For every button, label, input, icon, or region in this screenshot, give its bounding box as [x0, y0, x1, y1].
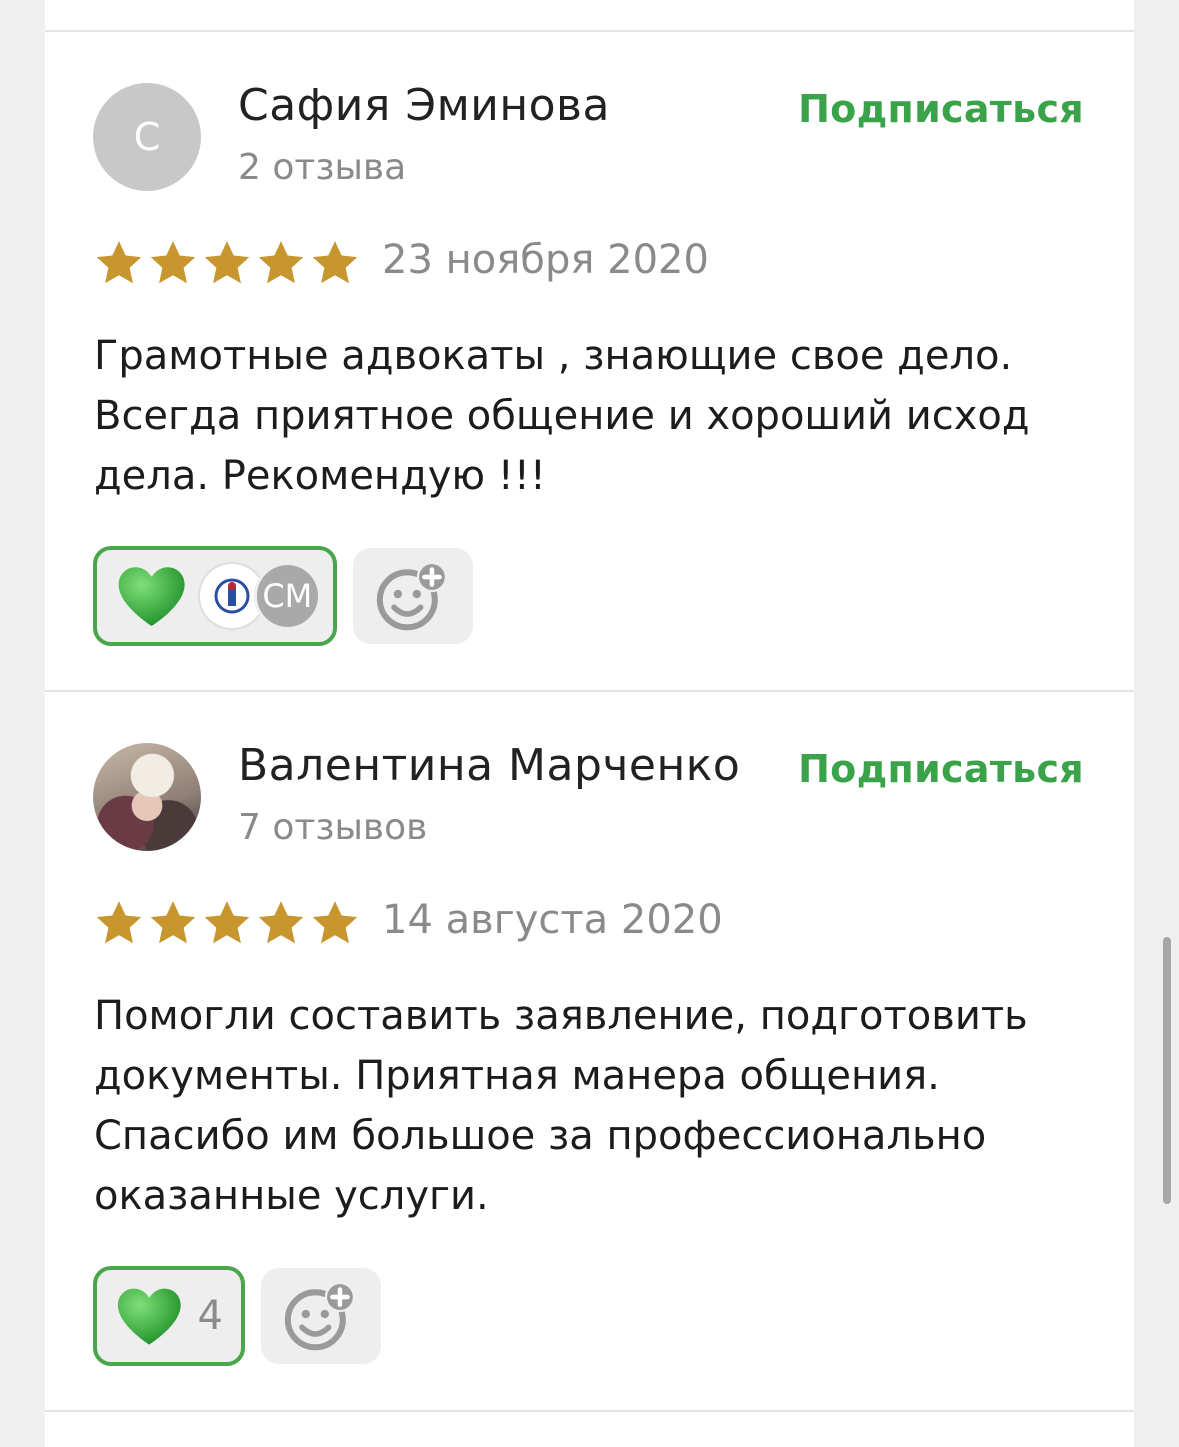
star-icon — [312, 901, 358, 944]
reactor-avatar: СМ — [253, 562, 321, 630]
green-heart-icon — [118, 567, 185, 626]
reactions-bar: СМ — [93, 546, 473, 646]
author-name[interactable]: Сафия Эминова — [238, 80, 610, 131]
author-name[interactable]: Валентина Марченко — [238, 740, 740, 791]
add-reaction-button[interactable] — [353, 548, 473, 644]
subscribe-button[interactable]: Подписаться — [798, 87, 1084, 131]
like-reaction-button[interactable]: 4 — [93, 1266, 245, 1366]
review-count: 7 отзывов — [238, 807, 428, 848]
star-icon — [204, 241, 250, 284]
rating-stars — [93, 898, 361, 948]
reactions-bar: 4 — [93, 1266, 381, 1366]
scrollbar[interactable] — [1163, 937, 1171, 1204]
avatar-initial: С — [133, 115, 161, 159]
star-icon — [150, 901, 196, 944]
divider — [45, 1410, 1134, 1412]
add-reaction-button[interactable] — [261, 1268, 381, 1364]
star-icon — [312, 241, 358, 284]
review-date: 23 ноября 2020 — [382, 237, 709, 283]
like-reaction-button[interactable]: СМ — [93, 546, 337, 646]
review-item: С Сафия Эминова 2 отзыва Подписаться 23 … — [45, 32, 1134, 690]
star-icon — [96, 901, 142, 944]
star-icon — [258, 241, 304, 284]
avatar[interactable] — [93, 743, 201, 851]
emblem-icon — [214, 578, 250, 614]
review-item: Валентина Марченко 7 отзывов Подписаться… — [45, 692, 1134, 1410]
star-icon — [258, 901, 304, 944]
add-emoji-icon — [284, 1281, 356, 1351]
star-icon — [96, 241, 142, 284]
review-text: Грамотные адвокаты , знающие свое дело. … — [94, 333, 1030, 499]
review-date: 14 августа 2020 — [382, 897, 723, 943]
review-count: 2 отзыва — [238, 147, 407, 188]
subscribe-button[interactable]: Подписаться — [798, 747, 1084, 791]
reactor-initials: СМ — [262, 577, 313, 615]
green-heart-icon — [117, 1288, 181, 1345]
star-icon — [204, 901, 250, 944]
rating-stars — [93, 238, 361, 288]
review-text: Помогли составить заявление, подготовить… — [94, 993, 1028, 1219]
star-icon — [150, 241, 196, 284]
likes-count: 4 — [197, 1293, 223, 1339]
add-emoji-icon — [376, 561, 448, 631]
avatar[interactable]: С — [93, 83, 201, 191]
